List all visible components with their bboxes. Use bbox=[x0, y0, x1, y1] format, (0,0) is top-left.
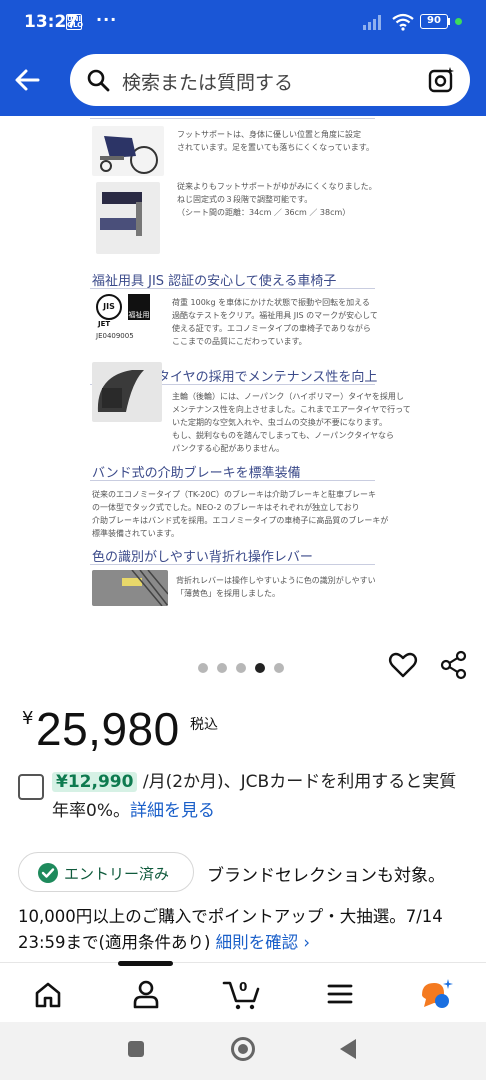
section-caption: 主輪（後輪）には、ノーパンク（ハイポリマー）タイヤを採用し メンテナンス性を向上… bbox=[172, 392, 411, 453]
promo-terms-link[interactable]: 細則を確認 › bbox=[216, 933, 310, 952]
search-icon bbox=[87, 69, 110, 92]
wifi-icon bbox=[392, 13, 414, 31]
section-caption: 従来よりもフットサポートがゆがみにくくなりました。 ねじ固定式の３段階で調整可能… bbox=[177, 182, 377, 217]
privacy-indicator-icon bbox=[455, 18, 462, 25]
account-icon[interactable] bbox=[128, 977, 164, 1011]
lever-photo bbox=[92, 570, 168, 606]
app-header: 検索または質問する bbox=[0, 44, 486, 116]
section-title: 福祉用具 JIS 認証の安心して使える車椅子 bbox=[92, 274, 337, 289]
recent-apps-icon[interactable] bbox=[128, 1041, 144, 1057]
section-caption: 荷重 100kg を車体にかけた状態で振動や回転を加える 過酷なテストをクリア。… bbox=[172, 298, 378, 346]
price-currency: ¥ bbox=[22, 708, 34, 729]
installment-checkbox[interactable] bbox=[18, 774, 44, 800]
price-value: 25,980 bbox=[36, 703, 180, 755]
back-triangle-icon[interactable] bbox=[340, 1039, 356, 1059]
entry-status-badge[interactable]: エントリー済み bbox=[18, 852, 194, 892]
promo-text: 10,000円以上のご購入でポイントアップ・大抽選。7/14 23:59まで(適… bbox=[18, 904, 478, 956]
section-divider bbox=[90, 288, 375, 289]
tax-included-label: 税込 bbox=[190, 717, 218, 733]
share-icon[interactable] bbox=[440, 650, 468, 680]
bottom-tab-bar: 0 bbox=[0, 961, 486, 1022]
check-circle-icon bbox=[38, 863, 58, 883]
system-navigation-bar bbox=[0, 1022, 486, 1080]
section-caption: 従来のエコノミータイプ（TK-20C）のブレーキは介助ブレーキと駐車ブレーキ の… bbox=[92, 490, 389, 538]
product-image-carousel[interactable]: フットサポートは、身体に優しい位置と角度に設定 されています。足を置いても落ちに… bbox=[0, 116, 486, 636]
favorite-heart-icon[interactable] bbox=[388, 650, 418, 680]
installment-details-link[interactable]: 詳細を見る bbox=[130, 801, 215, 821]
section-divider bbox=[90, 480, 375, 481]
uniqlo-icon: UNI QLO bbox=[66, 14, 84, 30]
carousel-dot[interactable] bbox=[217, 663, 227, 673]
menu-icon[interactable] bbox=[322, 977, 358, 1011]
carousel-dot[interactable] bbox=[198, 663, 208, 673]
carousel-dot[interactable] bbox=[255, 663, 265, 673]
section-caption: フットサポートは、身体に優しい位置と角度に設定 されています。足を置いても落ちに… bbox=[177, 130, 374, 152]
carousel-dot[interactable] bbox=[236, 663, 246, 673]
battery-icon: 90 bbox=[420, 14, 448, 29]
status-bar: 13:27 UNI QLO ··· 90 bbox=[0, 0, 486, 44]
section-title: 色の識別がしやすい背折れ操作レバー bbox=[92, 550, 313, 565]
cart-count: 0 bbox=[239, 980, 248, 994]
brand-selection-text: ブランドセレクションも対象。 bbox=[207, 866, 445, 886]
home-circle-icon[interactable] bbox=[231, 1037, 255, 1061]
cart-button[interactable]: 0 bbox=[222, 977, 262, 1011]
home-icon[interactable] bbox=[30, 977, 66, 1011]
footrest-photo bbox=[96, 182, 160, 254]
chevron-right-icon: › bbox=[303, 933, 311, 952]
active-tab-indicator bbox=[118, 961, 173, 966]
back-arrow-icon[interactable] bbox=[10, 62, 46, 98]
section-title: バンド式の介助ブレーキを標準装備 bbox=[92, 466, 301, 481]
installment-amount: ¥12,990 bbox=[52, 772, 138, 792]
section-divider bbox=[90, 118, 375, 119]
installment-text: ¥12,990 /月(2か月)、JCBカードを利用すると実質年率0%。詳細を見る bbox=[52, 768, 472, 826]
camera-search-icon[interactable] bbox=[428, 66, 456, 94]
battery-tip bbox=[448, 18, 450, 25]
search-placeholder: 検索または質問する bbox=[122, 72, 294, 94]
carousel-pagination[interactable] bbox=[198, 658, 293, 673]
wheelchair-photo bbox=[92, 126, 164, 176]
carousel-dot[interactable] bbox=[274, 663, 284, 673]
entry-status-label: エントリー済み bbox=[64, 865, 170, 883]
more-notifications-icon: ··· bbox=[96, 10, 118, 29]
section-divider bbox=[90, 564, 375, 565]
signal-icon bbox=[363, 15, 381, 30]
ai-assistant-icon[interactable] bbox=[418, 977, 454, 1011]
section-caption: 背折れレバーは操作しやすいように色の識別がしやすい 「薄黄色」を採用しました。 bbox=[176, 576, 376, 598]
jis-logo: JIS 福祉用具 JET JE0409005 bbox=[96, 294, 164, 342]
tire-photo bbox=[92, 362, 162, 422]
search-input[interactable]: 検索または質問する bbox=[70, 54, 470, 106]
